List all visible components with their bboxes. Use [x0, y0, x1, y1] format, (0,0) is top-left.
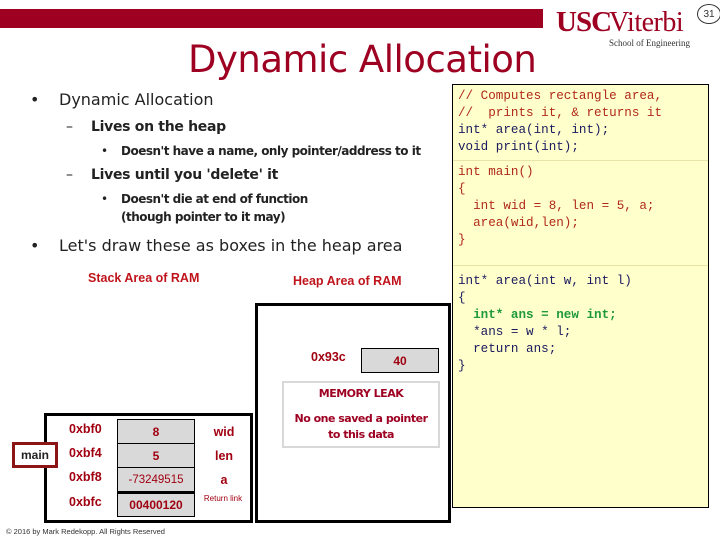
code-line: { — [458, 182, 466, 196]
stack-address: 0xbf8 — [69, 470, 102, 484]
bullet-marker: • — [101, 192, 109, 206]
slide-title: Dynamic Allocation — [188, 38, 537, 81]
stack-var-name: wid — [213, 425, 235, 439]
bullet-text: Doesn't have a name, only pointer/addres… — [121, 144, 421, 158]
header-bar — [0, 9, 543, 28]
stack-value-cell: 5 — [117, 443, 195, 468]
code-line: // Computes rectangle area, — [458, 89, 663, 103]
heap-value-cell: 40 — [361, 348, 439, 373]
code-line: } — [458, 359, 466, 373]
stack-frame-label-main: main — [12, 442, 58, 468]
bullet-text: Lives until you 'delete' it — [91, 167, 279, 183]
page-number: 31 — [697, 4, 720, 24]
code-line: return ans; — [458, 342, 557, 356]
bullet-text: Doesn't die at end of function — [121, 192, 308, 206]
usc-viterbi-logo: USC Viterbi School of Engineering — [556, 6, 696, 48]
bullet-marker: – — [66, 119, 73, 135]
heap-area-label: Heap Area of RAM — [293, 274, 402, 288]
code-line: } — [458, 233, 466, 247]
stack-address: 0xbfc — [69, 495, 102, 509]
code-line: *ans = w * l; — [458, 325, 572, 339]
stack-value-cell: -73249515 — [117, 467, 195, 492]
code-line: int* area(int, int); — [458, 123, 610, 137]
stack-value-cell: 8 — [117, 419, 195, 444]
memory-leak-desc-line: to this data — [328, 428, 394, 441]
bullet-text: Lives on the heap — [91, 119, 226, 135]
code-line: int main() — [458, 165, 534, 179]
logo-school: School of Engineering — [609, 38, 690, 48]
stack-area-label: Stack Area of RAM — [88, 271, 200, 285]
bullet-marker: • — [101, 144, 109, 158]
code-block-main: int main() { int wid = 8, len = 5, a; are… — [453, 164, 708, 249]
code-block-prototypes: // Computes rectangle area, // prints it,… — [453, 88, 708, 156]
code-line: int* area(int w, int l) — [458, 274, 632, 288]
stack-var-name: a — [220, 473, 228, 487]
code-line: area(wid,len); — [458, 216, 579, 230]
logo-usc: USC — [556, 6, 612, 38]
code-line: // prints it, & returns it — [458, 106, 663, 120]
bullet-marker: • — [30, 236, 40, 255]
stack-var-name-return-link: Return link — [203, 494, 243, 503]
bullet-text: (though pointer to it may) — [121, 210, 286, 224]
copyright-footer: © 2016 by Mark Redekopp. All Rights Rese… — [6, 527, 165, 536]
code-block-area: int* area(int w, int l) { int* ans = new … — [453, 273, 708, 375]
code-line: void print(int); — [458, 140, 579, 154]
memory-leak-title: MEMORY LEAK — [318, 387, 404, 400]
code-line: int wid = 8, len = 5, a; — [458, 199, 655, 213]
memory-leak-description: No one saved a pointer to this data — [284, 411, 438, 443]
stack-address: 0xbf4 — [69, 446, 102, 460]
bullet-text: Let's draw these as boxes in the heap ar… — [59, 236, 403, 255]
code-divider — [453, 265, 708, 266]
bullet-text: Dynamic Allocation — [59, 90, 214, 109]
memory-leak-callout: MEMORY LEAK No one saved a pointer to th… — [282, 381, 440, 448]
code-panel: // Computes rectangle area, // prints it,… — [452, 84, 709, 508]
logo-viterbi: Viterbi — [609, 7, 684, 38]
stack-var-name: len — [214, 449, 234, 463]
bullet-marker: • — [30, 90, 40, 109]
stack-value-cell: 00400120 — [117, 492, 195, 517]
code-divider — [453, 160, 708, 161]
heap-address: 0x93c — [311, 350, 346, 364]
memory-leak-desc-line: No one saved a pointer — [294, 412, 428, 425]
code-line: int* ans = new int; — [458, 308, 617, 322]
stack-address: 0xbf0 — [69, 422, 102, 436]
code-line: { — [458, 291, 466, 305]
bullet-marker: – — [66, 167, 73, 183]
